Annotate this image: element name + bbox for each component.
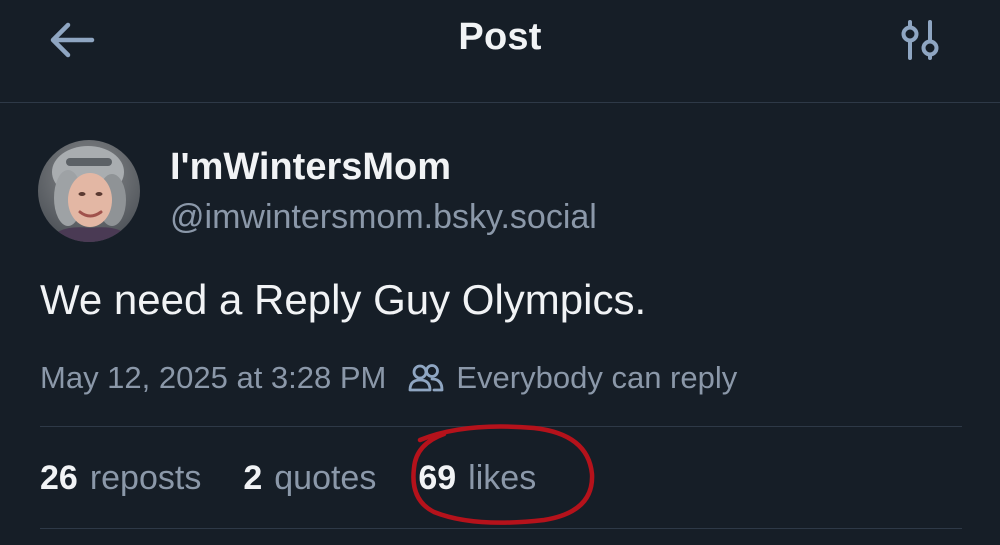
quotes-count: 2 [243, 458, 263, 497]
divider-top [40, 426, 962, 427]
post-header: Post [0, 0, 1000, 103]
author-display-name[interactable]: I'mWintersMom [170, 146, 451, 189]
likes-label: likes [468, 458, 537, 497]
reposts-count: 26 [40, 458, 78, 497]
avatar-photo [38, 140, 140, 242]
post-stats: 26 reposts 2 quotes 69 likes [40, 456, 536, 500]
quotes-stat[interactable]: 2 quotes [243, 459, 376, 498]
thread-settings-button[interactable] [892, 16, 948, 64]
avatar[interactable] [38, 140, 140, 242]
page-title: Post [458, 16, 542, 58]
reply-setting-label: Everybody can reply [456, 360, 738, 395]
likes-stat[interactable]: 69 likes [418, 459, 536, 498]
post-meta: May 12, 2025 at 3:28 PM Everybody can re… [40, 358, 737, 398]
people-icon [408, 364, 444, 392]
reply-setting-button[interactable]: Everybody can reply [408, 360, 737, 396]
post-text: We need a Reply Guy Olympics. [40, 276, 647, 323]
sliders-icon [901, 20, 939, 60]
divider-bottom [40, 528, 962, 529]
author-handle[interactable]: @imwintersmom.bsky.social [170, 198, 597, 237]
quotes-label: quotes [274, 458, 377, 497]
likes-count: 69 [418, 458, 457, 497]
post-timestamp: May 12, 2025 at 3:28 PM [40, 360, 387, 395]
reposts-stat[interactable]: 26 reposts [40, 459, 201, 498]
reposts-label: reposts [89, 458, 202, 497]
